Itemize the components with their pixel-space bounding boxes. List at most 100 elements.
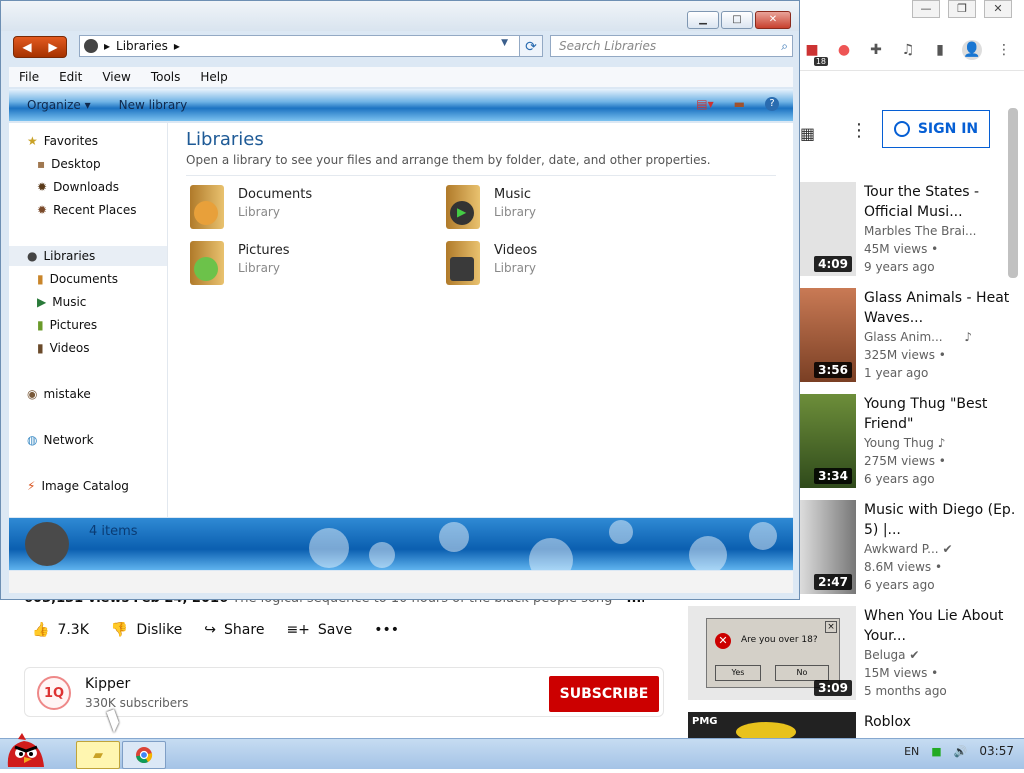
video-thumbnail[interactable]: 2:47 [800,500,856,594]
video-thumbnail[interactable]: PMG [688,712,856,738]
apps-grid-icon[interactable]: ▦ [800,124,815,143]
menu-tools[interactable]: Tools [151,70,181,84]
page-description: Open a library to see your files and arr… [186,153,711,167]
extension-icon[interactable]: ■ 18 [802,40,828,66]
documents-icon: ▮ [37,272,44,286]
close-button[interactable]: ✕ [984,0,1012,18]
back-forward-buttons[interactable]: ◀ ▶ [13,36,67,58]
music-badge-icon: ▶ [450,201,474,225]
breadcrumb-arrow-icon[interactable]: ▸ [174,39,180,53]
share-icon: ↪ [204,622,217,638]
page-title: Libraries [186,129,264,150]
library-pictures[interactable]: Pictures Library [186,241,416,291]
extension-flag-icon[interactable]: ● [834,40,854,60]
video-thumbnail[interactable]: × ✕ Are you over 18? Yes No 3:09 [688,606,856,700]
help-icon[interactable]: ? [765,97,779,111]
channel-avatar[interactable]: 1Q [37,676,71,710]
video-title[interactable]: Tour the States - Official Musi... [864,182,1019,222]
library-documents[interactable]: Documents Library [186,185,416,235]
search-icon[interactable]: ⌕ [781,36,788,56]
explorer-maximize-button[interactable]: □ [721,11,753,29]
chrome-menu-icon[interactable]: ⋮ [994,40,1014,60]
menu-edit[interactable]: Edit [59,70,82,84]
new-library-button[interactable]: New library [119,98,188,112]
menu-view[interactable]: View [102,70,130,84]
dialog-yes: Yes [715,665,761,681]
decor-bubble [529,538,573,570]
network-status-icon[interactable]: ■ [931,745,941,758]
preview-pane-icon[interactable]: ▬ [734,97,745,111]
nav-mistake[interactable]: ◉ mistake [27,384,185,404]
taskbar-chrome-button[interactable] [122,741,166,769]
library-name: Documents [238,187,313,202]
divider [186,175,776,176]
library-name: Music [494,187,531,202]
channel-name[interactable]: Beluga [864,648,906,662]
clock[interactable]: 03:57 [979,744,1014,758]
video-title[interactable]: Music with Diego (Ep. 5) |... [864,500,1019,540]
breadcrumb-libraries[interactable]: Libraries [116,39,168,53]
change-view-icon[interactable]: ▤▾ [696,97,713,111]
like-button[interactable]: 👍 7.3K [32,622,89,638]
duration-badge: 2:47 [814,574,852,590]
taskbar-explorer-button[interactable]: ▰ [76,741,120,769]
duration-badge: 3:56 [814,362,852,378]
nav-label: Documents [49,272,119,286]
language-indicator[interactable]: EN [904,745,919,758]
channel-name[interactable]: Young Thug [864,436,934,450]
channel-name[interactable]: Awkward P... [864,542,939,556]
explorer-minimize-button[interactable]: ▁ [687,11,719,29]
duration-badge: 4:09 [814,256,852,272]
video-thumbnail[interactable]: 4:09 [800,182,856,276]
channel-name[interactable]: Marbles The Brai... [864,222,1019,240]
taskbar: ▰ EN ■ 🔊 03:57 [0,733,1024,769]
star-icon: ★ [27,134,38,148]
volume-icon[interactable]: 🔊 [954,745,968,758]
start-button[interactable] [2,731,48,769]
search-input[interactable]: Search Libraries ⌕ [550,35,793,57]
organize-button[interactable]: Organize ▾ [27,98,91,112]
explorer-titlebar[interactable]: ▁ □ ✕ [1,1,799,31]
breadcrumb-arrow-icon[interactable]: ▸ [104,39,110,53]
refresh-icon[interactable]: ⟳ [519,35,543,57]
share-button[interactable]: ↪ Share [204,622,264,638]
nav-favorites[interactable]: ★ Favorites [27,131,185,151]
puzzle-icon[interactable]: ✚ [866,40,886,60]
video-thumbnail[interactable]: 3:56 [800,288,856,382]
address-row: ◀ ▶ ▸ Libraries ▸ ▼ ⟳ Search Libraries ⌕ [9,33,793,59]
side-panel-icon[interactable]: ▮ [930,40,950,60]
nav-libraries[interactable]: ● Libraries [9,246,167,266]
forward-arrow-icon[interactable]: ▶ [48,40,57,54]
more-actions-button[interactable]: ••• [374,622,399,638]
library-videos[interactable]: Videos Library [442,241,672,291]
menu-file[interactable]: File [19,70,39,84]
minimize-button[interactable]: — [912,0,940,18]
folder-icon: ▰ [93,747,103,763]
dislike-button[interactable]: 👎 Dislike [111,622,182,638]
menu-help[interactable]: Help [200,70,227,84]
media-control-icon[interactable]: ♫ [898,40,918,60]
channel-name[interactable]: Glass Anim... [864,330,943,344]
explorer-close-button[interactable]: ✕ [755,11,791,29]
settings-menu-icon[interactable]: ⋮ [850,120,868,141]
video-thumbnail[interactable]: 3:34 [800,394,856,488]
sign-in-button[interactable]: SIGN IN [882,110,990,148]
decor-bubble [309,528,349,568]
video-title[interactable]: Roblox [864,712,1019,732]
restore-button[interactable]: ❐ [948,0,976,18]
video-title[interactable]: Young Thug "Best Friend" [864,394,1019,434]
library-music[interactable]: ▶ Music Library [442,185,672,235]
profile-avatar[interactable]: 👤 [962,40,982,60]
video-title[interactable]: When You Lie About Your... [864,606,1019,646]
nav-image-catalog[interactable]: ⚡ Image Catalog [27,476,185,496]
nav-label: mistake [43,387,91,401]
address-bar[interactable]: ▸ Libraries ▸ ▼ [79,35,543,57]
nav-network[interactable]: ◍ Network [27,430,185,450]
address-dropdown-icon[interactable]: ▼ [501,38,508,48]
video-title[interactable]: Glass Animals - Heat Waves... [864,288,1019,328]
save-button[interactable]: ≡+ Save [286,622,352,638]
subscribe-button[interactable]: SUBSCRIBE [549,676,659,712]
channel-name[interactable]: Kipper [85,676,130,692]
thumbs-up-icon: 👍 [32,622,50,638]
back-arrow-icon[interactable]: ◀ [22,40,31,54]
